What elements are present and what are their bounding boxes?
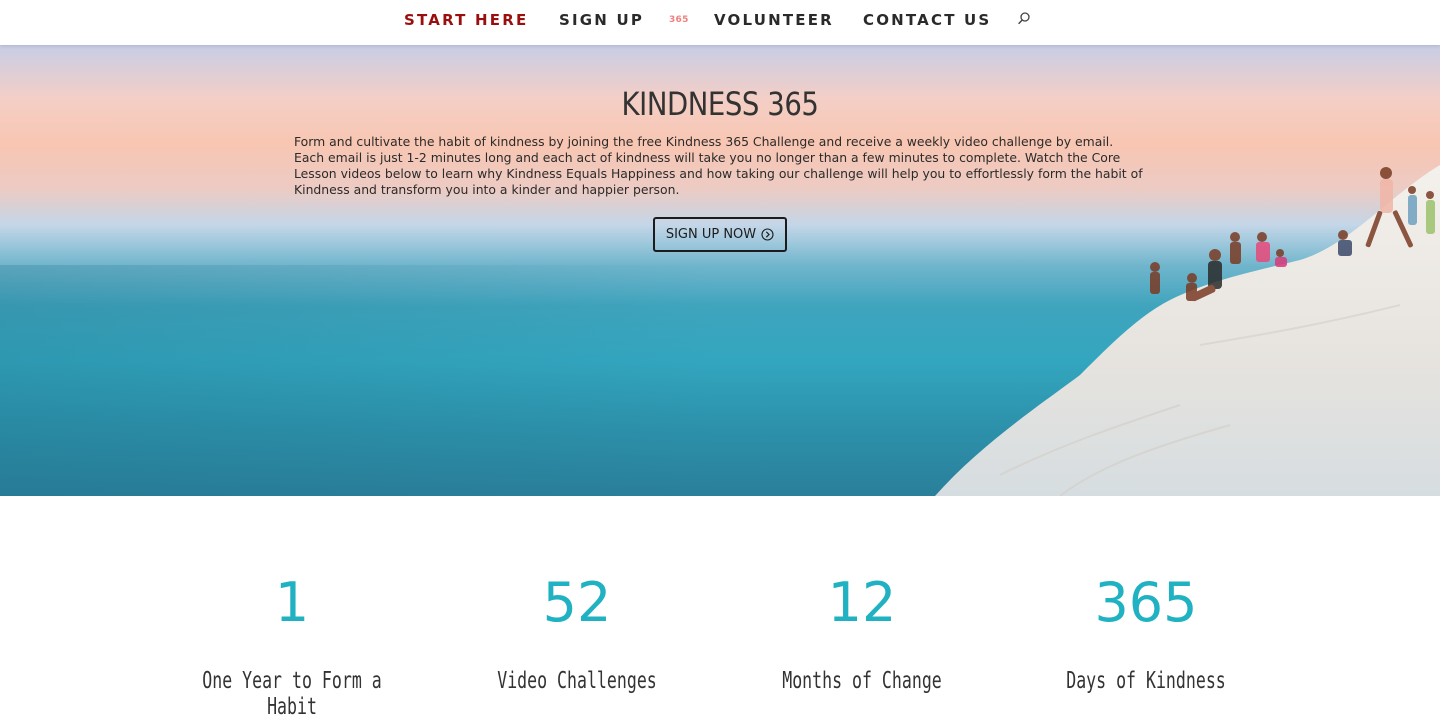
sign-up-now-label: SIGN UP NOW (665, 227, 757, 242)
counter-label: Video Challenges (497, 668, 657, 694)
counter-item: 1 One Year to Form a Habit (142, 570, 442, 718)
counter-number: 365 (1094, 571, 1198, 634)
counter-label: Months of Change (782, 668, 942, 694)
counter-item: 12 Months of Change (712, 570, 1012, 694)
hero-title: KINDNESS 365 (621, 85, 819, 123)
counter-number: 1 (274, 571, 310, 634)
counter-item: 52 Video Challenges (427, 570, 727, 694)
nav-365-badge[interactable]: 365 (669, 14, 689, 26)
nav-volunteer[interactable]: VOLUNTEER (714, 10, 834, 30)
nav-sign-up[interactable]: SIGN UP (559, 10, 644, 30)
nav-contact-us[interactable]: CONTACT US (863, 10, 991, 30)
search-icon[interactable] (1016, 11, 1032, 27)
counter-number: 12 (827, 571, 897, 634)
nav-start-here[interactable]: START HERE (404, 10, 528, 30)
top-navigation: START HERE SIGN UP 365 VOLUNTEER CONTACT… (0, 0, 1440, 45)
main-menu: START HERE SIGN UP 365 VOLUNTEER CONTACT… (0, 0, 1440, 45)
counter-label: One Year to Form a Habit (202, 668, 382, 718)
circle-arrow-right-icon (761, 228, 774, 241)
counter-item: 365 Days of Kindness (996, 570, 1296, 694)
counter-number: 52 (542, 571, 612, 634)
counter-label: Days of Kindness (1066, 668, 1226, 694)
hero-description: Form and cultivate the habit of kindness… (294, 134, 1143, 197)
sign-up-now-button[interactable]: SIGN UP NOW (653, 217, 787, 252)
hero-section: KINDNESS 365 Form and cultivate the habi… (0, 45, 1440, 496)
